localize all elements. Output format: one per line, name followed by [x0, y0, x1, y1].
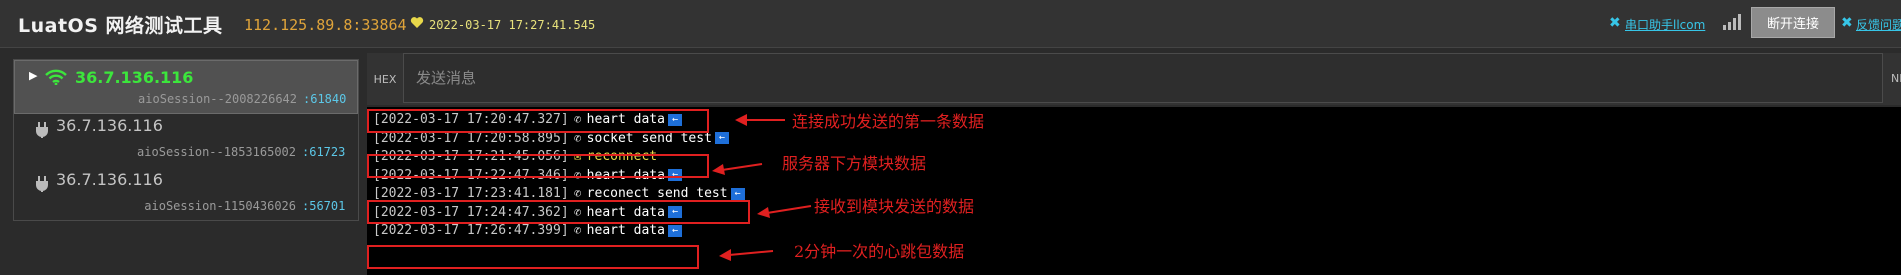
message-input[interactable]	[403, 53, 1883, 103]
highlight-box	[367, 200, 750, 224]
session-name: aioSession-1150436026	[144, 199, 296, 213]
session-name: aioSession--1853165002	[137, 145, 296, 159]
newline-icon: ←	[730, 187, 745, 200]
newline-icon: ←	[667, 224, 682, 237]
header-timestamp: 2022-03-17 17:27:41.545	[429, 18, 596, 32]
hex-toggle[interactable]: HEX	[367, 53, 403, 105]
session-port: :61723	[302, 145, 346, 159]
log-timestamp: [2022-03-17 17:23:41.181]	[373, 186, 569, 201]
plug-icon	[36, 122, 48, 138]
log-message: heart data	[586, 223, 665, 238]
arrow-left-icon	[735, 114, 785, 126]
highlight-box	[367, 109, 709, 133]
serial-assistant-link[interactable]: 串口助手llcom	[1625, 16, 1705, 33]
session-port: :56701	[302, 199, 346, 213]
disconnect-button[interactable]: 断开连接	[1751, 7, 1835, 38]
app-title: LuatOS 网络测试工具	[18, 15, 223, 37]
annotation-label: 连接成功发送的第一条数据	[792, 112, 985, 131]
heart-icon	[410, 17, 424, 28]
signal-strength-icon	[1723, 14, 1741, 30]
session-item[interactable]: 36.7.136.116 aioSession-1150436026 :5670…	[14, 168, 358, 222]
newline-toggle[interactable]: NL	[1891, 72, 1901, 85]
session-ip: 36.7.136.116	[56, 116, 163, 135]
log-timestamp: [2022-03-17 17:26:47.399]	[373, 223, 569, 238]
tool-icon: ✖	[1609, 15, 1621, 31]
arrow-left-icon	[719, 249, 774, 261]
wifi-icon	[45, 69, 67, 85]
annotation-label: 2分钟一次的心跳包数据	[794, 242, 965, 261]
annotation-label: 服务器下方模块数据	[782, 154, 927, 173]
highlight-box	[367, 245, 699, 269]
feedback-link[interactable]: 反馈问题	[1856, 16, 1901, 33]
title-bar: LuatOS 网络测试工具 112.125.89.8:33864 2022-03…	[0, 0, 1901, 48]
session-ip: 36.7.136.116	[75, 68, 194, 87]
annotation-label: 接收到模块发送的数据	[814, 197, 975, 216]
send-bar: HEX NL	[367, 53, 1901, 105]
arrow-left-icon	[712, 163, 763, 175]
plug-icon	[36, 176, 48, 192]
session-list: ▶ 36.7.136.116 aioSession--2008226642 :6…	[13, 59, 359, 221]
server-address: 112.125.89.8:33864	[244, 16, 407, 34]
session-port: :61840	[303, 92, 347, 106]
session-item[interactable]: ▶ 36.7.136.116 aioSession--2008226642 :6…	[14, 60, 358, 114]
session-item[interactable]: 36.7.136.116 aioSession--1853165002 :617…	[14, 114, 358, 168]
log-message: reconect send test	[586, 186, 728, 201]
session-name: aioSession--2008226642	[138, 92, 297, 106]
session-ip: 36.7.136.116	[56, 170, 163, 189]
caret-right-icon: ▶	[29, 69, 38, 82]
newline-icon: ←	[714, 132, 729, 144]
highlight-box	[367, 154, 709, 178]
tool-icon: ✖	[1841, 15, 1853, 31]
arrow-left-icon	[757, 205, 812, 218]
